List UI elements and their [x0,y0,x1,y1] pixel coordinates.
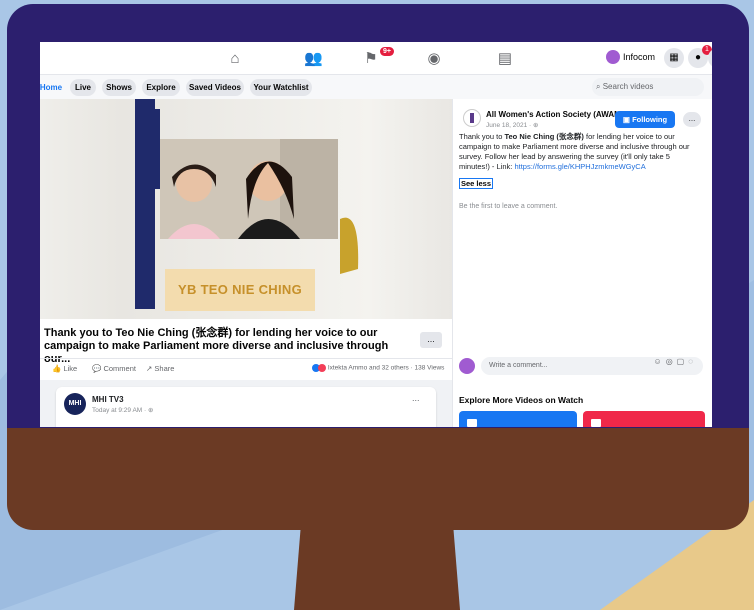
groups-icon[interactable]: ◉ [425,50,443,68]
camera-icon[interactable]: ◎ [666,357,677,366]
channel-name[interactable]: MHI TV3 [92,395,124,404]
video-player[interactable]: YB TEO NIE CHING [40,99,452,319]
avatar [459,358,475,374]
post-date: June 18, 2021 · ⊕ [486,122,539,129]
explore-card-red[interactable] [583,411,705,427]
share-icon: ↗ [146,364,153,373]
flag-badge: 9+ [380,47,394,56]
tab-your-watchlist[interactable]: Your Watchlist [250,79,312,96]
like-button[interactable]: 👍 Like [52,364,77,373]
reactions-summary[interactable]: Ixtekta Ammo and 32 others · 138 Views [312,364,444,372]
comment-composer: Write a comment... ☺◎▢◌ [459,357,705,375]
page-name[interactable]: All Women's Action Society (AWAM) [486,110,623,119]
sticker-icon[interactable]: ◌ [688,357,697,366]
live-icon [591,419,601,427]
survey-link[interactable]: https://forms.gle/KHPHJzmkmeWGyCA [514,162,645,171]
comment-icon: 💬 [92,364,102,373]
screen: ⌂ 👥 ⚑ 9+ ◉ ▤ Infocom ▦ ● 1 ♪ Home Live S… [40,42,712,427]
page-avatar[interactable] [463,109,481,127]
tab-home[interactable]: Home [40,79,66,96]
tab-shows[interactable]: Shows [102,79,136,96]
video-icon [467,419,477,427]
see-less-link[interactable]: See less [459,178,494,189]
gif-icon[interactable]: ▢ [677,357,689,366]
love-reaction-icon [318,364,326,372]
following-button[interactable]: ▣ Following [615,111,675,128]
name-card: YB TEO NIE CHING [165,269,315,311]
comment-tools: ☺◎▢◌ [654,357,697,366]
channel-logo[interactable]: MHI [64,393,86,415]
empty-comments-text: Be the first to leave a comment. [459,203,558,210]
menu-grid-icon[interactable]: ▦ [664,48,684,68]
tab-saved-videos[interactable]: Saved Videos [186,79,244,96]
webcam-people-image [160,139,338,239]
explore-card-blue[interactable] [459,411,577,427]
monitor-chin [7,428,749,530]
video-actions: 👍 Like 💬 Comment ↗ Share Ixtekta Ammo an… [40,358,452,380]
next-video-card[interactable]: MHI MHI TV3 Today at 9:29 AM · ⊕ ... [56,387,436,427]
explore-heading: Explore More Videos on Watch [459,395,584,405]
flag-icon[interactable]: ⚑ [362,50,380,68]
top-nav-bar: ⌂ 👥 ⚑ 9+ ◉ ▤ Infocom ▦ ● 1 ♪ [40,42,712,75]
search-icon: ⌕ [596,82,601,91]
home-icon[interactable]: ⌂ [226,50,244,68]
channel-more-button[interactable]: ... [412,393,420,403]
like-icon: 👍 [52,364,62,373]
post-more-button[interactable]: ... [683,112,701,127]
post-caption: Thank you to Teo Nie Ching (张念群) for len… [459,132,690,171]
post-side-panel: All Women's Action Society (AWAM) June 1… [452,99,712,427]
profile-chip[interactable]: Infocom [606,50,655,64]
avatar [606,50,620,64]
comment-button[interactable]: 💬 Comment [92,364,136,373]
monitor-stand [294,528,460,610]
profile-name: Infocom [623,52,656,62]
search-videos-input[interactable]: ⌕ Search videos [592,78,704,96]
watch-tabs: Home Live Shows Explore Saved Videos You… [40,75,712,99]
tab-live[interactable]: Live [70,79,96,96]
tab-explore[interactable]: Explore [142,79,180,96]
following-icon: ▣ [622,115,630,124]
search-placeholder: Search videos [602,82,654,91]
webcam-frame [160,139,338,239]
share-button[interactable]: ↗ Share [146,364,174,373]
channel-post-time: Today at 9:29 AM · ⊕ [92,407,154,414]
awam-logo-icon [470,113,474,123]
gaming-icon[interactable]: ▤ [496,50,514,68]
video-more-button[interactable]: ... [420,332,442,348]
friends-icon[interactable]: 👥 [304,50,323,68]
emoji-icon[interactable]: ☺ [654,357,666,366]
